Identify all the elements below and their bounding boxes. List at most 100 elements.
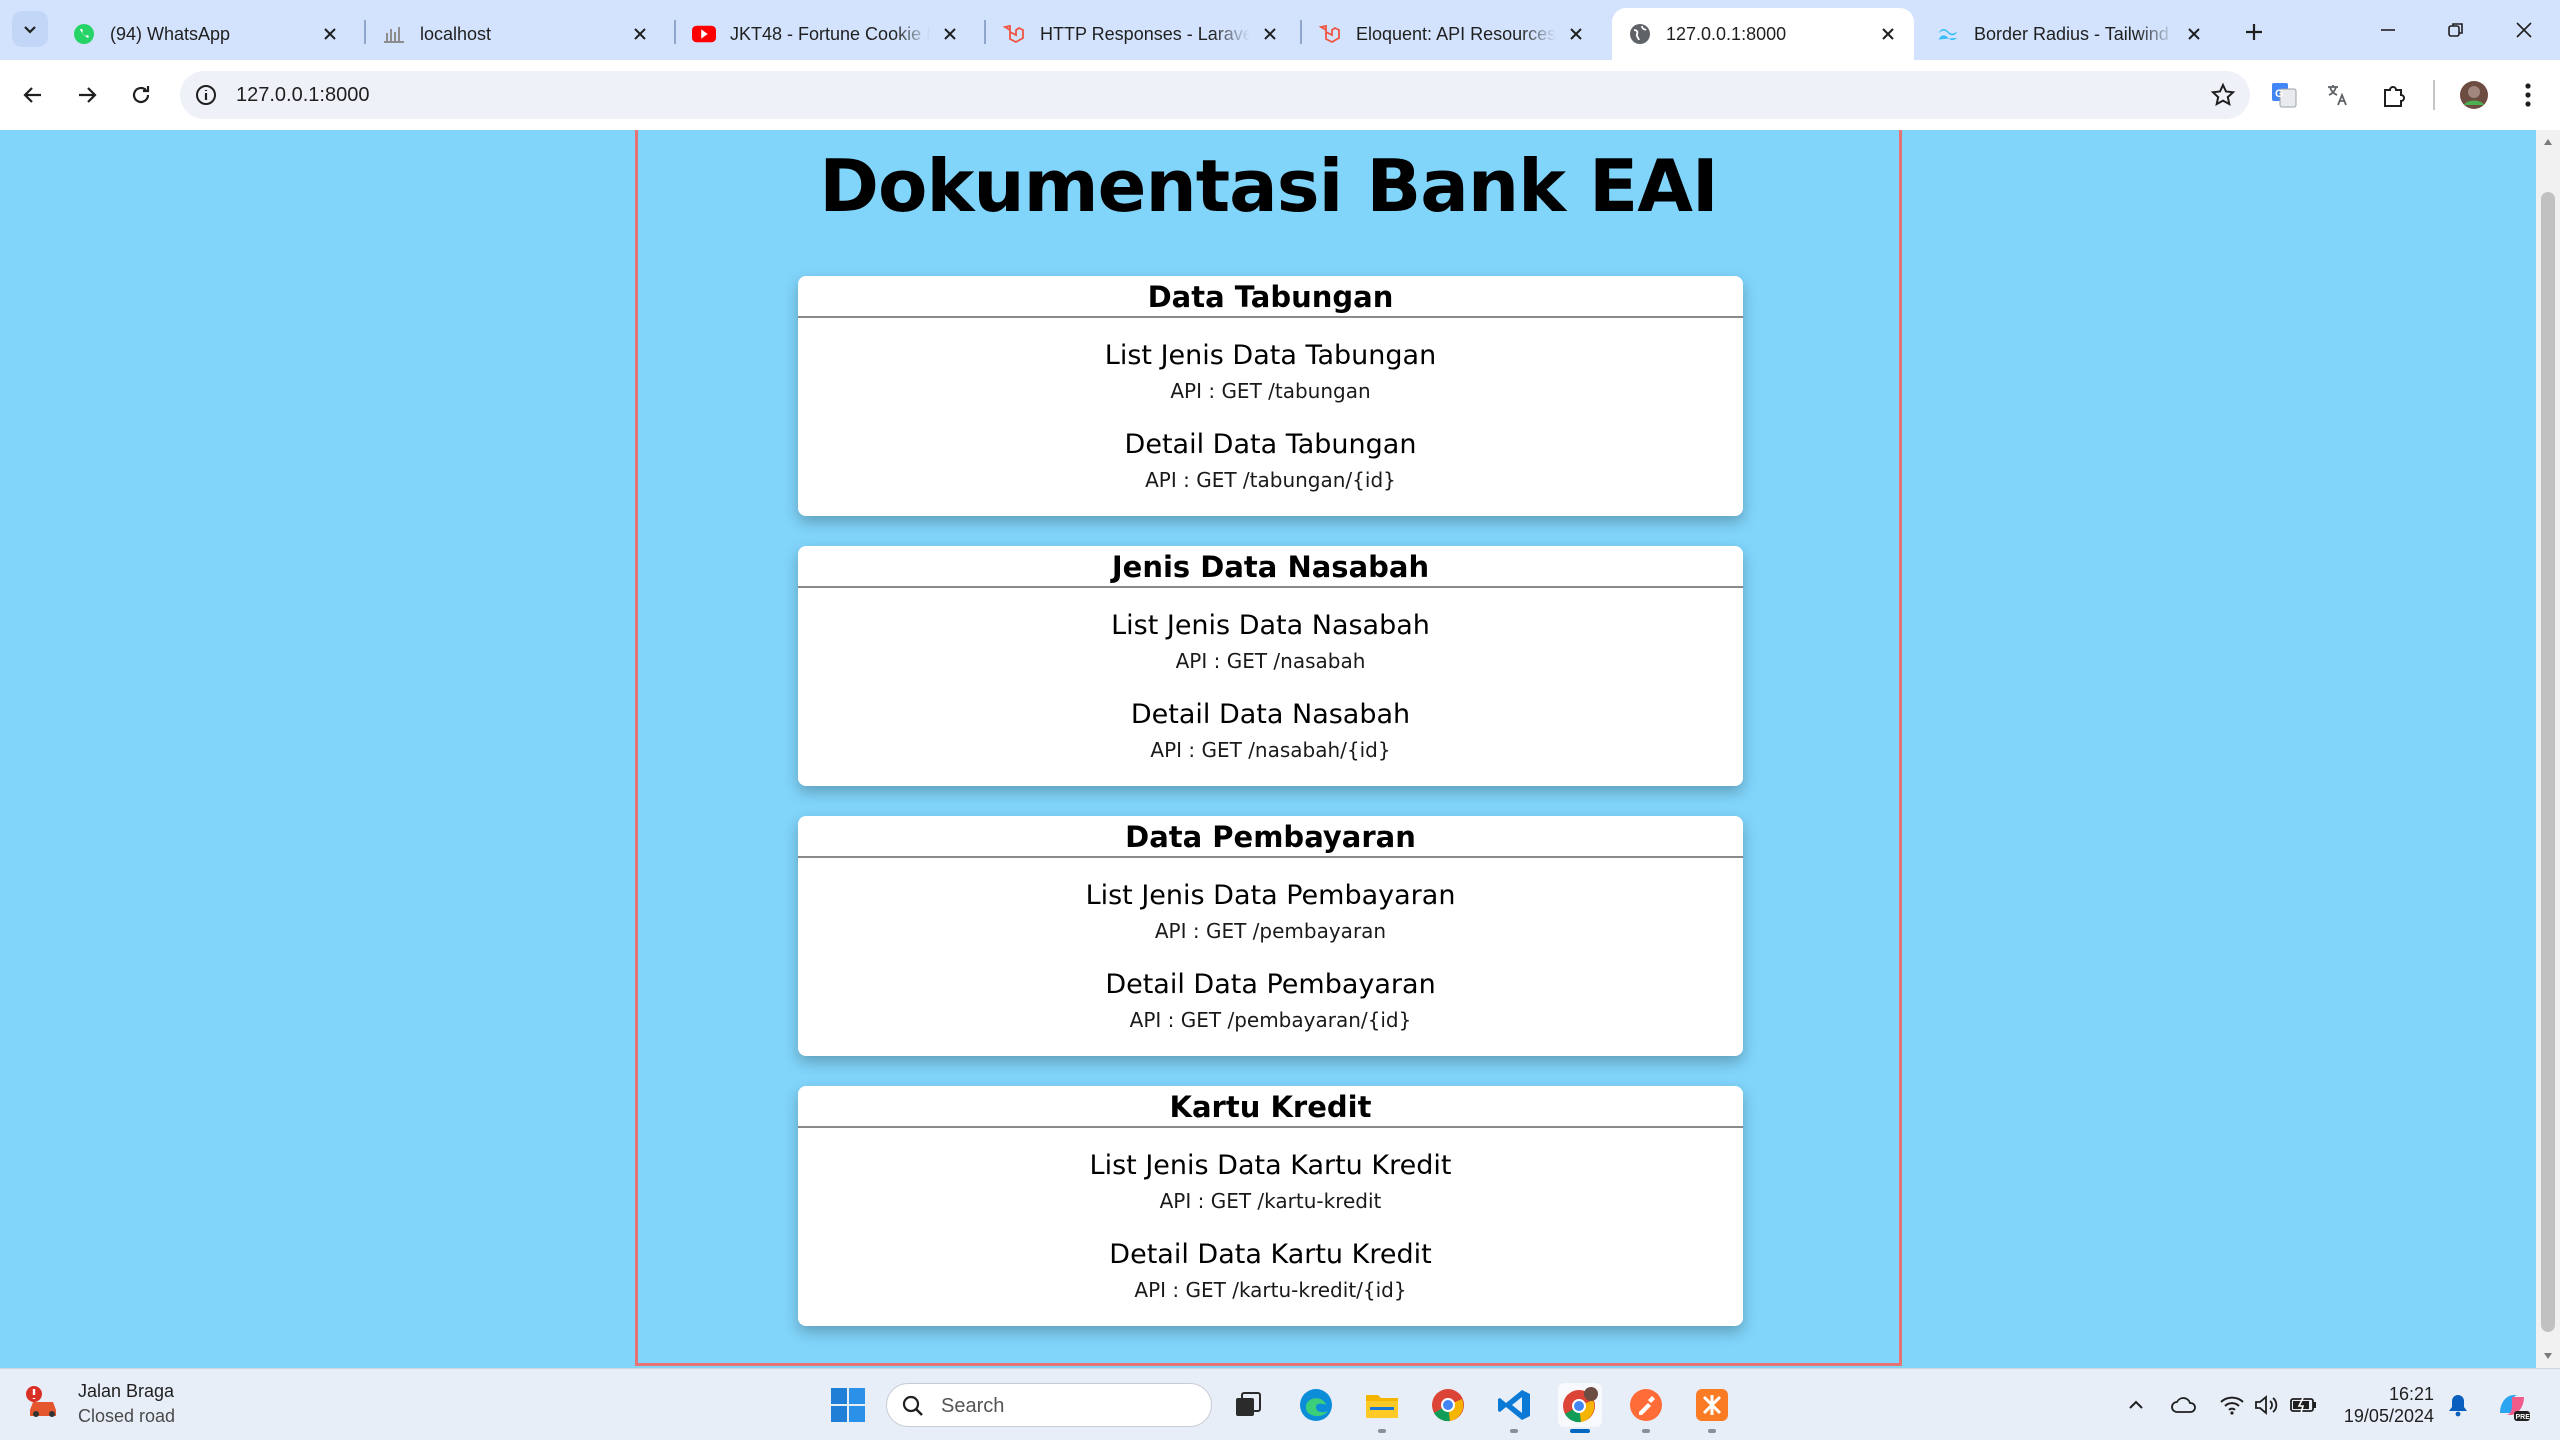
avatar-icon xyxy=(2460,81,2488,109)
copilot-icon: PRE xyxy=(2500,1395,2530,1421)
tab-localhost[interactable]: localhost xyxy=(366,8,666,60)
close-icon[interactable] xyxy=(1258,22,1282,46)
close-icon[interactable] xyxy=(1564,22,1588,46)
section-heading: Data Pembayaran xyxy=(798,816,1743,858)
notifications-button[interactable] xyxy=(2444,1391,2472,1419)
address-url[interactable]: 127.0.0.1:8000 xyxy=(236,84,369,107)
taskbar-edge[interactable] xyxy=(1294,1383,1338,1427)
tab-title: 127.0.0.1:8000 xyxy=(1666,23,1787,44)
taskbar-chrome-profile[interactable] xyxy=(1558,1383,1602,1433)
chrome-icon xyxy=(1432,1389,1464,1422)
endpoint-name: List Jenis Data Kartu Kredit xyxy=(1089,1150,1452,1181)
site-info-icon[interactable] xyxy=(194,83,218,107)
page-scrollbar[interactable] xyxy=(2536,130,2560,1368)
show-hidden-icons-button[interactable] xyxy=(2122,1391,2150,1419)
reload-icon xyxy=(132,86,150,104)
whatsapp-icon xyxy=(72,22,96,46)
xampp-icon xyxy=(382,22,406,46)
triangle-up-icon xyxy=(2544,139,2552,145)
back-button[interactable] xyxy=(14,76,52,114)
minimize-icon xyxy=(2381,29,2395,31)
endpoint-item: Detail Data Kartu Kredit API : GET /kart… xyxy=(798,1239,1743,1302)
endpoint-item: Detail Data Pembayaran API : GET /pembay… xyxy=(798,969,1743,1032)
taskbar-chrome[interactable] xyxy=(1426,1383,1470,1427)
weather-widget[interactable]: Jalan Braga Closed road xyxy=(24,1381,175,1427)
running-indicator xyxy=(1510,1429,1518,1433)
weather-status: Closed road xyxy=(78,1406,176,1426)
vscode-icon xyxy=(1498,1390,1530,1420)
restore-button[interactable] xyxy=(2420,0,2492,60)
tab-tailwind[interactable]: Border Radius - Tailwind C xyxy=(1920,8,2220,60)
endpoint-api: API : GET /nasabah xyxy=(1175,649,1366,673)
restore-icon xyxy=(2448,23,2463,37)
minimize-button[interactable] xyxy=(2352,0,2424,60)
wifi-tray[interactable] xyxy=(2218,1391,2246,1419)
globe-icon xyxy=(1628,22,1652,46)
profile-avatar[interactable] xyxy=(2456,77,2492,113)
close-icon[interactable] xyxy=(318,22,342,46)
close-icon[interactable] xyxy=(1876,22,1900,46)
tab-youtube[interactable]: JKT48 - Fortune Cookie In xyxy=(676,8,976,60)
browser-menu-button[interactable] xyxy=(2510,77,2546,113)
scroll-up-button[interactable] xyxy=(2536,130,2560,154)
close-icon[interactable] xyxy=(938,22,962,46)
copilot-button[interactable]: PRE xyxy=(2494,1387,2530,1423)
page-translate-button[interactable] xyxy=(2320,77,2356,113)
taskbar-file-explorer[interactable] xyxy=(1360,1383,1404,1433)
close-icon[interactable] xyxy=(2182,22,2206,46)
chevron-up-icon xyxy=(2129,1400,2143,1409)
endpoint-name: List Jenis Data Pembayaran xyxy=(1085,880,1456,911)
tab-whatsapp[interactable]: (94) WhatsApp xyxy=(56,8,356,60)
volume-tray[interactable] xyxy=(2252,1391,2280,1419)
section-heading: Kartu Kredit xyxy=(798,1086,1743,1128)
endpoint-api: API : GET /pembayaran/{id} xyxy=(1129,1008,1412,1032)
taskbar-xampp[interactable] xyxy=(1690,1383,1734,1433)
tab-search-button[interactable] xyxy=(12,11,48,47)
language-icon xyxy=(2328,85,2347,106)
section-card-pembayaran: Data Pembayaran List Jenis Data Pembayar… xyxy=(798,816,1743,1056)
translate-icon: G xyxy=(2272,83,2297,108)
more-vertical-icon xyxy=(2525,83,2531,107)
extensions-button[interactable] xyxy=(2376,77,2412,113)
edge-icon xyxy=(1300,1389,1332,1421)
onedrive-tray[interactable] xyxy=(2170,1391,2198,1419)
endpoint-api: API : GET /tabungan/{id} xyxy=(1145,468,1396,492)
reload-button[interactable] xyxy=(122,76,160,114)
taskbar-clock[interactable]: 16:21 19/05/2024 xyxy=(2338,1383,2434,1427)
tailwind-icon xyxy=(1936,22,1960,46)
laravel-icon xyxy=(1002,22,1026,46)
arrow-right-icon xyxy=(79,87,97,103)
task-view-button[interactable] xyxy=(1226,1383,1270,1427)
section-heading: Data Tabungan xyxy=(798,276,1743,318)
tab-localhost-8000[interactable]: 127.0.0.1:8000 xyxy=(1612,8,1914,60)
clock-date: 19/05/2024 xyxy=(2343,1406,2434,1426)
running-indicator xyxy=(1378,1429,1386,1433)
taskbar-postman[interactable] xyxy=(1624,1383,1668,1433)
bookmark-star-icon[interactable] xyxy=(2210,82,2236,108)
tab-laravel-eloquent[interactable]: Eloquent: API Resources - xyxy=(1302,8,1602,60)
taskbar-vscode[interactable] xyxy=(1492,1383,1536,1433)
tab-strip: (94) WhatsApp localhost JKT48 - Fortune … xyxy=(0,0,2560,60)
taskbar-search[interactable]: Search xyxy=(886,1383,1212,1427)
task-view-icon xyxy=(1236,1392,1261,1416)
close-window-button[interactable] xyxy=(2488,0,2560,60)
browser-toolbar: 127.0.0.1:8000 G xyxy=(0,60,2560,130)
new-tab-button[interactable] xyxy=(2236,14,2272,50)
forward-button[interactable] xyxy=(68,76,106,114)
endpoint-name: List Jenis Data Nasabah xyxy=(1111,610,1430,641)
scroll-thumb[interactable] xyxy=(2541,192,2555,1332)
scroll-down-button[interactable] xyxy=(2536,1344,2560,1368)
tab-title: Border Radius - Tailwind C xyxy=(1974,23,2174,44)
svg-text:G: G xyxy=(2275,88,2284,100)
endpoint-name: Detail Data Kartu Kredit xyxy=(1109,1239,1432,1270)
google-translate-button[interactable]: G xyxy=(2266,77,2302,113)
tab-laravel-responses[interactable]: HTTP Responses - Laravel xyxy=(986,8,1296,60)
address-bar[interactable]: 127.0.0.1:8000 xyxy=(180,71,2250,119)
close-icon[interactable] xyxy=(628,22,652,46)
tab-title: JKT48 - Fortune Cookie In xyxy=(730,23,930,44)
chevron-down-icon xyxy=(24,26,36,34)
endpoint-item: List Jenis Data Kartu Kredit API : GET /… xyxy=(798,1150,1743,1213)
tab-title: Eloquent: API Resources - xyxy=(1356,23,1556,44)
battery-tray[interactable] xyxy=(2290,1391,2318,1419)
start-button[interactable] xyxy=(828,1385,868,1425)
